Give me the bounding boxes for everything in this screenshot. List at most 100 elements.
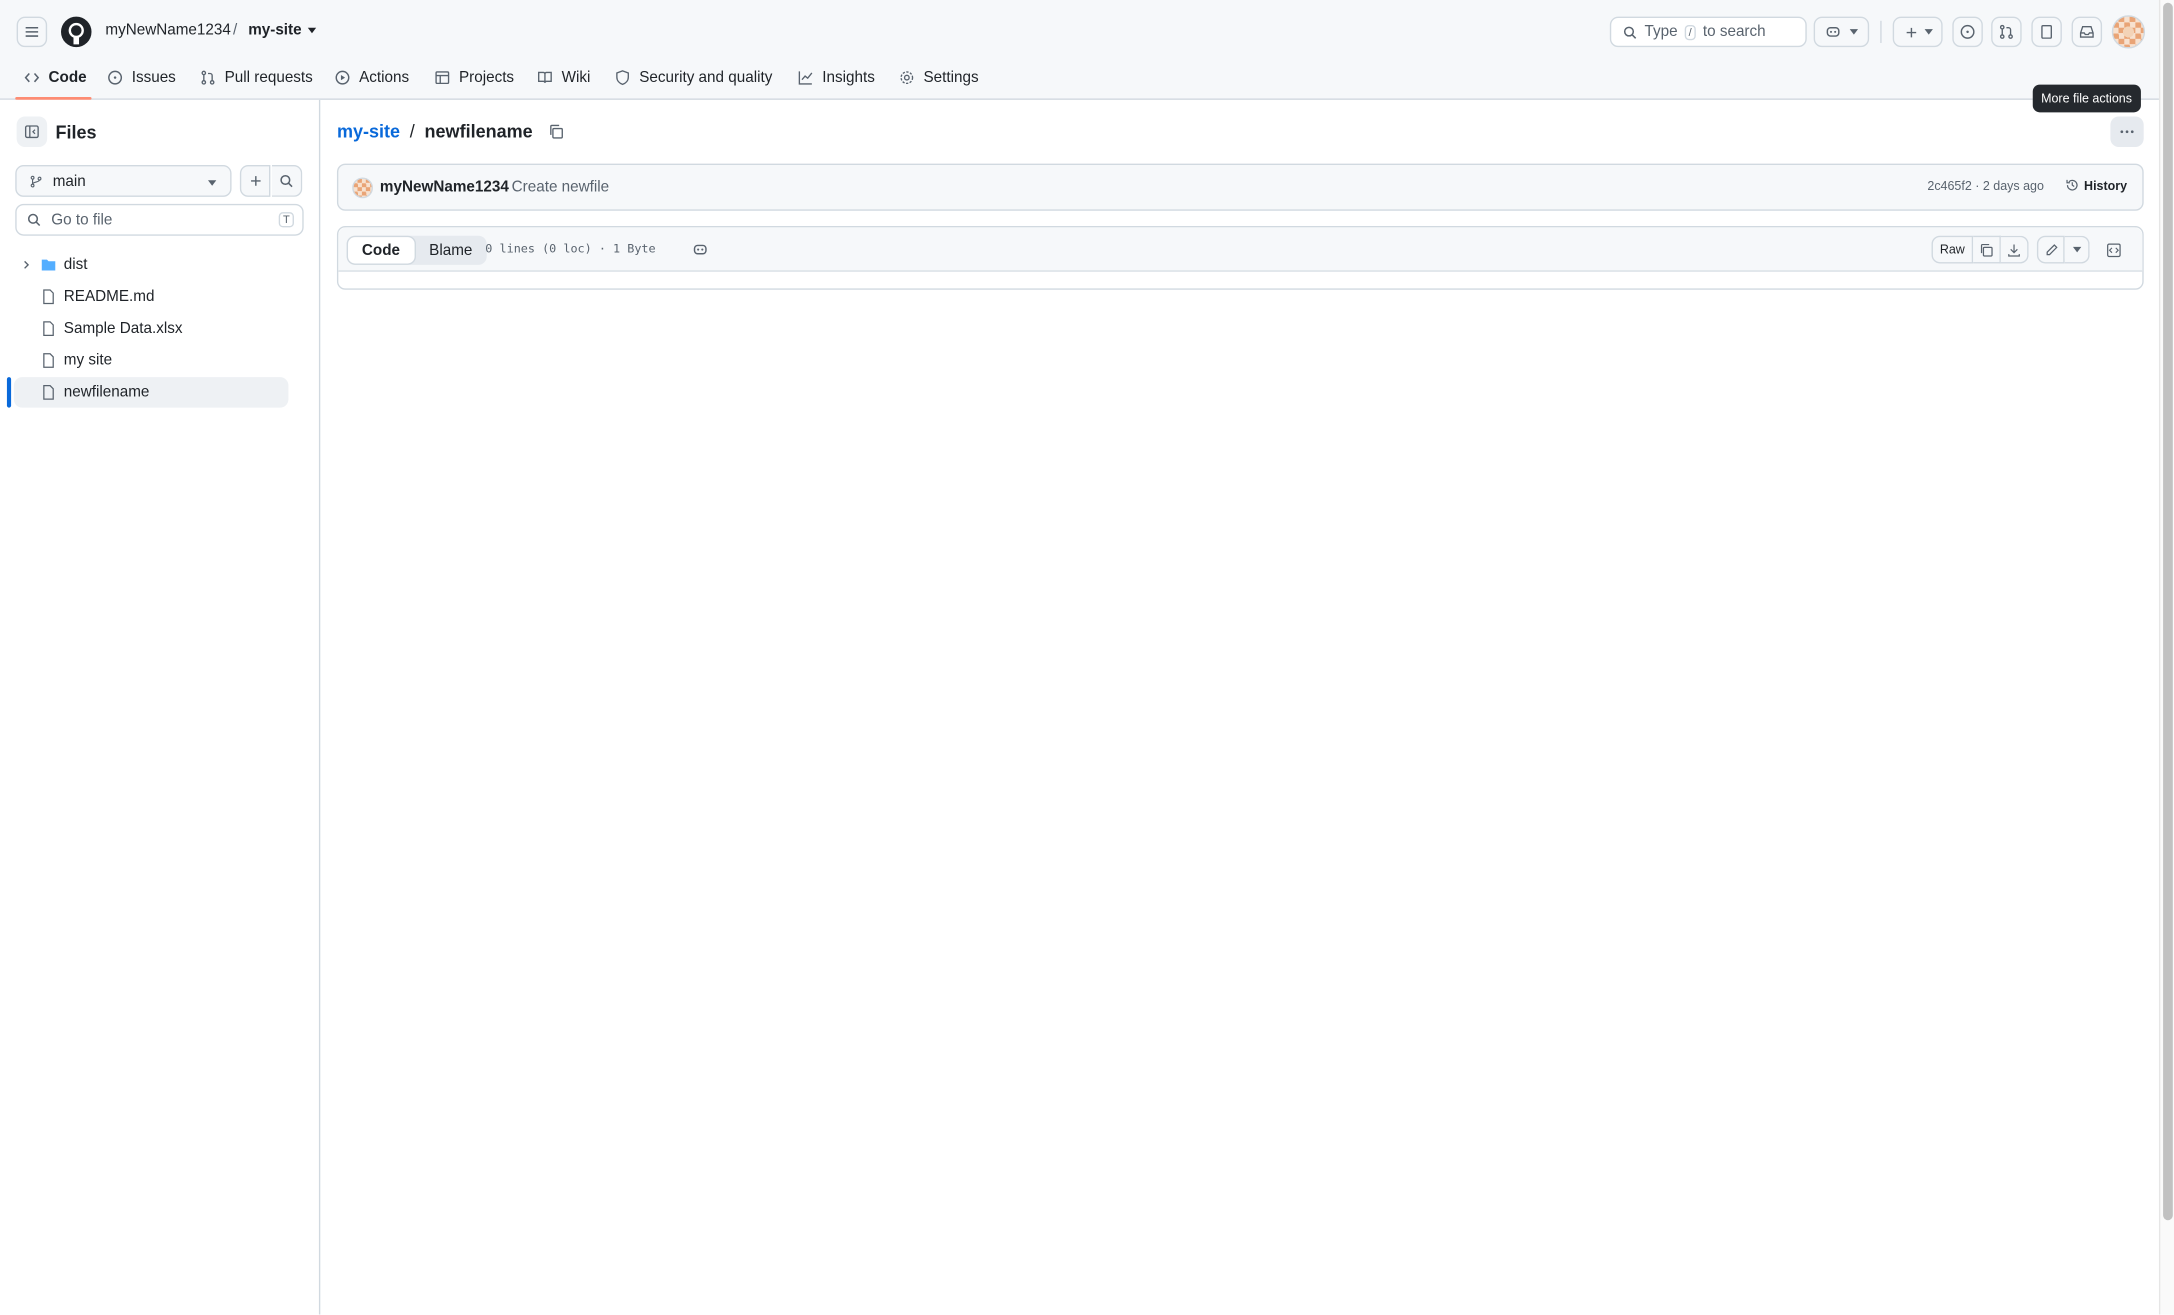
tab-insights[interactable]: Insights — [797, 67, 875, 89]
latest-commit-bar: myNewName1234 Create newfile 2c465f2 · 2… — [336, 163, 2144, 211]
menu-button[interactable] — [16, 16, 48, 48]
copilot-icon[interactable] — [692, 241, 709, 258]
tree-item-sample-data[interactable]: Sample Data.xlsx — [14, 313, 289, 344]
tab-projects-label: Projects — [458, 69, 515, 86]
sidebar-collapse-icon — [24, 125, 39, 139]
go-to-file-key: T — [278, 212, 294, 228]
tree-item-label: Sample Data.xlsx — [63, 320, 183, 337]
plus-icon — [1905, 27, 1916, 37]
breadcrumb-repo-link[interactable]: my-site — [337, 121, 400, 142]
copilot-button[interactable] — [1813, 16, 1870, 48]
toolbar-gap — [2090, 236, 2098, 264]
file-viewer: Code Blame 0 lines (0 loc) · 1 Byte Raw — [336, 226, 2144, 290]
tree-item-label: my site — [63, 352, 113, 369]
code-icon — [24, 72, 40, 83]
branch-selector[interactable]: main — [15, 165, 232, 197]
collapse-sidebar-button[interactable] — [16, 116, 48, 147]
search-input[interactable]: Type / to search — [1609, 16, 1807, 48]
code-square-icon — [2106, 242, 2120, 257]
tab-pull-requests[interactable]: Pull requests — [200, 67, 313, 89]
shield-icon — [616, 70, 629, 86]
branch-name: main — [52, 172, 86, 190]
search-key: / — [1684, 24, 1696, 40]
copilot-caret-icon — [1849, 29, 1859, 35]
view-blame-button[interactable]: Blame — [415, 236, 486, 265]
repo-dropdown-caret-icon[interactable] — [307, 27, 317, 34]
tree-item-label: newfilename — [63, 384, 150, 401]
download-icon — [2008, 243, 2020, 256]
tab-wiki[interactable]: Wiki — [537, 67, 590, 89]
book-icon — [538, 71, 552, 83]
pull-requests-button[interactable] — [1991, 16, 2022, 48]
tab-settings[interactable]: Settings — [899, 67, 979, 89]
breadcrumb-separator: / — [409, 120, 415, 142]
owner-link[interactable]: myNewName1234 — [105, 22, 230, 39]
edit-file-button[interactable] — [2036, 235, 2065, 264]
issues-button[interactable] — [1952, 16, 1983, 48]
tab-code-label: Code — [48, 69, 87, 86]
github-logo-icon[interactable] — [61, 16, 92, 48]
tab-projects[interactable]: Projects — [434, 67, 514, 89]
create-new-button[interactable] — [1892, 16, 1943, 48]
copilot-icon — [1826, 27, 1840, 37]
copy-path-icon[interactable] — [548, 123, 565, 140]
search-icon — [1623, 25, 1637, 39]
top-header: myNewName1234 / my-site Type / to search — [0, 0, 2174, 100]
kebab-horizontal-icon — [2120, 130, 2134, 134]
symbols-panel-button[interactable] — [2098, 236, 2129, 264]
tree-item-newfilename[interactable]: newfilename — [13, 377, 289, 408]
tree-item-my-site[interactable]: my site — [14, 345, 289, 376]
more-file-actions-button[interactable] — [2110, 116, 2144, 147]
pull-request-icon — [201, 70, 215, 85]
tab-pull-requests-label: Pull requests — [224, 69, 313, 86]
tree-item-readme[interactable]: README.md — [14, 281, 289, 312]
raw-button[interactable]: Raw — [1931, 235, 1974, 264]
chevron-right-icon[interactable] — [19, 258, 33, 272]
edit-options-button[interactable] — [2064, 235, 2090, 264]
history-label: History — [2084, 178, 2128, 193]
tab-actions[interactable]: Actions — [334, 67, 409, 89]
repo-icon — [2041, 24, 2052, 39]
table-icon — [435, 71, 450, 85]
file-meta: 0 lines (0 loc) · 1 Byte — [485, 242, 656, 257]
commit-author[interactable]: myNewName1234 — [380, 179, 509, 196]
tab-issues[interactable]: Issues — [107, 67, 176, 89]
copy-icon — [1980, 243, 1993, 256]
search-icon — [27, 213, 41, 227]
tab-insights-label: Insights — [822, 69, 875, 86]
view-code-button[interactable]: Code — [346, 235, 416, 265]
repositories-button[interactable] — [2031, 16, 2062, 48]
add-file-button[interactable] — [239, 165, 271, 197]
search-files-button[interactable] — [271, 165, 303, 197]
tree-item-label: README.md — [63, 288, 155, 306]
go-to-file-input[interactable]: Go to file T — [15, 203, 304, 236]
user-avatar[interactable] — [2111, 15, 2146, 49]
graph-icon — [798, 71, 813, 85]
copy-raw-button[interactable] — [1973, 235, 2001, 264]
hamburger-icon — [25, 26, 39, 37]
git-branch-icon — [30, 175, 42, 187]
file-icon — [43, 353, 54, 368]
page-scrollbar[interactable] — [2158, 0, 2174, 1315]
tab-code[interactable]: Code — [24, 67, 87, 89]
create-caret-icon — [1923, 29, 1933, 35]
commit-author-avatar[interactable] — [352, 177, 373, 199]
app-root: myNewName1234 / my-site Type / to search — [0, 0, 2174, 1315]
history-button[interactable]: History — [2065, 177, 2127, 192]
download-button[interactable] — [2000, 235, 2029, 264]
scrollbar-thumb[interactable] — [2163, 2, 2173, 1221]
tab-security[interactable]: Security and quality — [614, 67, 772, 89]
pencil-icon — [2045, 243, 2057, 255]
commit-message[interactable]: Create newfile — [512, 179, 610, 196]
notifications-button[interactable] — [2071, 16, 2103, 48]
tree-item-dist[interactable]: dist — [14, 250, 289, 281]
selected-indicator — [6, 377, 12, 408]
breadcrumb: my-site / newfilename — [337, 120, 565, 142]
play-icon — [335, 70, 350, 85]
commit-sha-time[interactable]: 2c465f2 · 2 days ago — [1927, 179, 2044, 193]
inbox-icon — [2079, 26, 2094, 38]
edit-caret-icon — [2072, 246, 2081, 253]
repo-link[interactable]: my-site — [248, 22, 301, 39]
breadcrumb-file-name: newfilename — [424, 120, 533, 142]
folder-icon — [41, 259, 56, 271]
